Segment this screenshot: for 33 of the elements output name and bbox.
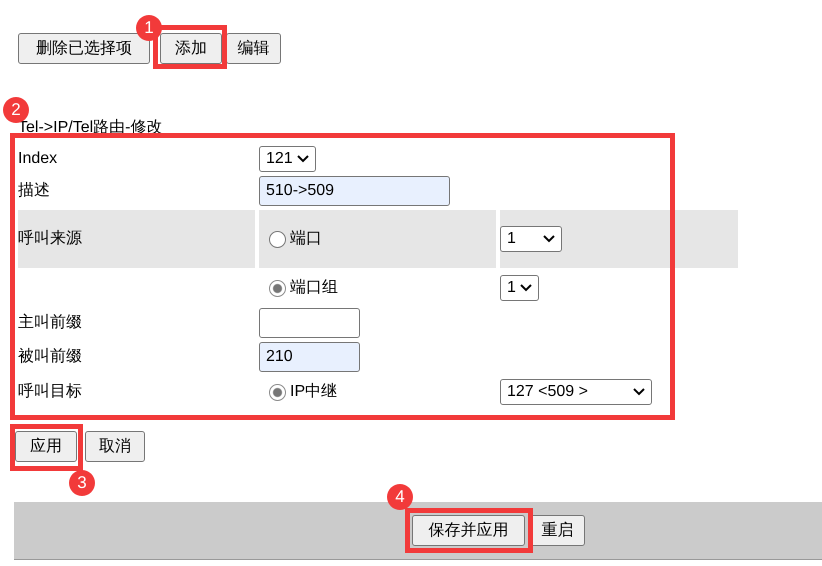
action-button[interactable]: 保存并应用 — [412, 515, 525, 546]
field-label: 描述 — [18, 180, 50, 201]
action-button[interactable]: 添加 — [160, 33, 222, 64]
text-field[interactable]: 210 — [259, 342, 360, 372]
radio-label: 端口组 — [290, 278, 338, 298]
dropdown[interactable]: 1 — [500, 275, 539, 301]
action-button[interactable]: 应用 — [15, 431, 77, 462]
action-button[interactable]: 取消 — [85, 431, 145, 462]
field-label: 呼叫来源 — [18, 228, 82, 249]
radio-label: 端口 — [290, 228, 322, 249]
chevron-icon — [543, 235, 555, 243]
action-button[interactable]: 重启 — [530, 515, 585, 546]
chevron-icon — [633, 388, 645, 396]
action-button[interactable]: 编辑 — [226, 33, 281, 64]
radio-label: IP中继 — [290, 382, 338, 402]
radio-button[interactable] — [269, 384, 286, 400]
step-badge: 3 — [69, 470, 95, 496]
text-field[interactable] — [259, 308, 360, 338]
dropdown[interactable]: 1 — [500, 226, 562, 252]
field-label: 主叫前缀 — [18, 312, 82, 333]
text-field[interactable]: 510->509 — [259, 176, 450, 206]
radio-button[interactable] — [269, 230, 286, 248]
field-label: 被叫前缀 — [18, 346, 82, 367]
action-button[interactable]: 删除已选择项 — [18, 33, 150, 64]
step-badge: 4 — [387, 484, 413, 510]
step-badge: 1 — [136, 15, 162, 41]
chevron-icon — [296, 155, 309, 163]
chevron-icon — [520, 284, 532, 292]
dropdown[interactable]: 121 — [259, 146, 316, 172]
field-label: Index — [18, 149, 58, 169]
field-label: 呼叫目标 — [18, 382, 82, 402]
radio-button[interactable] — [269, 280, 286, 296]
dropdown[interactable]: 127 <509 > — [500, 379, 652, 405]
